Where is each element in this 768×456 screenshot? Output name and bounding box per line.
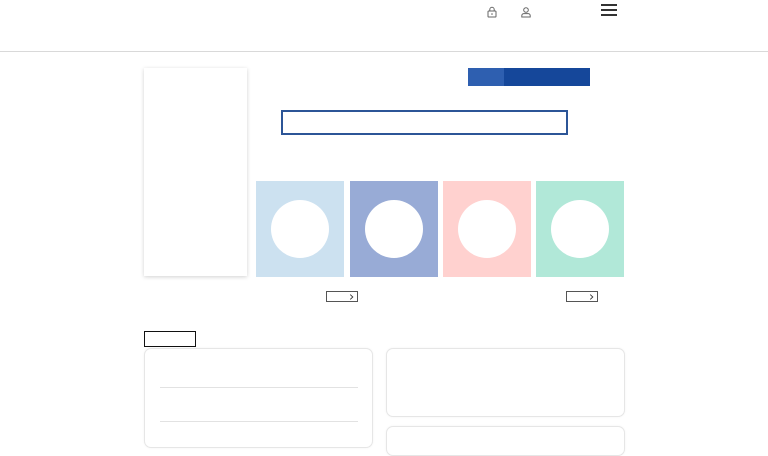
- carousel-next-button[interactable]: [566, 291, 598, 302]
- panel-divider: [160, 421, 358, 422]
- content-panel-right: [386, 348, 625, 417]
- chevron-right-icon: [349, 293, 354, 300]
- search-input[interactable]: [281, 110, 568, 135]
- content-panel-right-2: [386, 426, 625, 456]
- cta-button[interactable]: [468, 68, 590, 86]
- site-header: [0, 0, 768, 52]
- menu-icon[interactable]: [601, 4, 617, 18]
- lock-icon[interactable]: [485, 5, 499, 19]
- cta-button-accent: [468, 68, 504, 86]
- carousel-next-button[interactable]: [326, 291, 358, 302]
- section-tab[interactable]: [144, 331, 196, 347]
- user-icon[interactable]: [519, 5, 533, 19]
- category-tile-1[interactable]: [256, 181, 344, 277]
- category-tile-4[interactable]: [536, 181, 624, 277]
- tile-image: [271, 200, 329, 258]
- sidebar-card: [144, 68, 247, 276]
- chevron-right-icon: [589, 293, 594, 300]
- tile-image: [365, 200, 423, 258]
- tile-image: [458, 200, 516, 258]
- tile-image: [551, 200, 609, 258]
- category-tile-2[interactable]: [350, 181, 438, 277]
- category-tile-3[interactable]: [443, 181, 531, 277]
- panel-divider: [160, 387, 358, 388]
- content-panel-left: [144, 348, 373, 448]
